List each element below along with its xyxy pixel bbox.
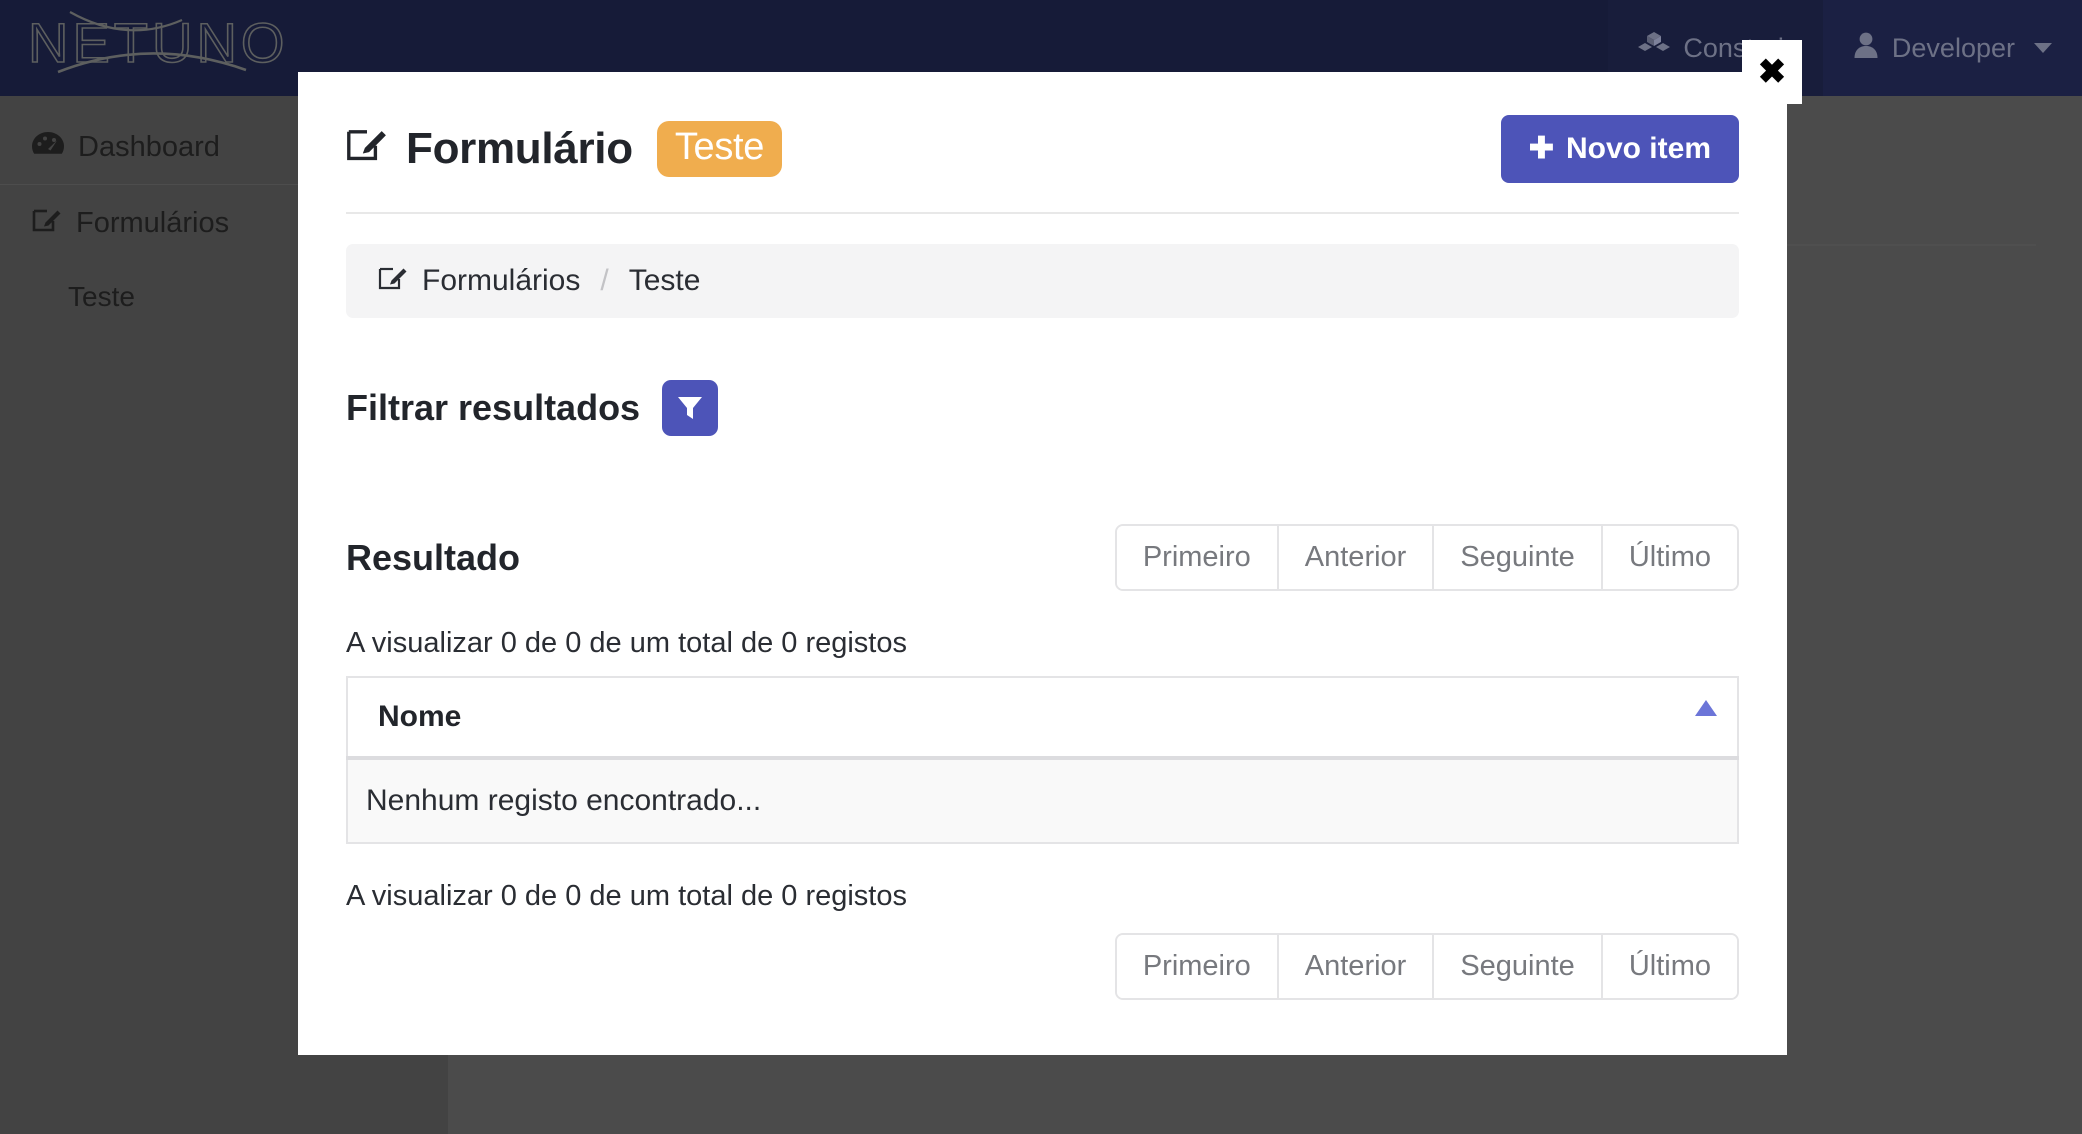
table-header-row: Nome bbox=[347, 677, 1738, 760]
breadcrumb-item-formularios[interactable]: Formulários bbox=[422, 264, 580, 298]
modal-header: Formulário Teste ✚ Novo item bbox=[346, 72, 1739, 212]
nav-label-developer: Developer bbox=[1891, 32, 2015, 63]
pagination-next-button[interactable]: Seguinte bbox=[1434, 526, 1603, 589]
edit-square-icon bbox=[346, 123, 388, 174]
dashboard-icon bbox=[32, 130, 64, 164]
sidebar-label-dashboard: Dashboard bbox=[78, 130, 220, 163]
new-item-button[interactable]: ✚ Novo item bbox=[1500, 115, 1739, 183]
pagination-top: Primeiro Anterior Seguinte Último bbox=[1114, 524, 1739, 591]
chevron-down-icon bbox=[2034, 43, 2052, 53]
results-table: Nome Nenhum registo encontrado... bbox=[346, 676, 1739, 844]
pagination-bottom-row: Primeiro Anterior Seguinte Último bbox=[346, 933, 1739, 1000]
sidebar-label-teste: Teste bbox=[68, 281, 135, 312]
brand-logo[interactable]: NETUNO bbox=[22, 0, 322, 96]
edit-square-icon bbox=[378, 263, 408, 299]
pagination-next-button-bottom[interactable]: Seguinte bbox=[1434, 935, 1603, 998]
results-table-body: Nenhum registo encontrado... bbox=[347, 758, 1738, 843]
page-title: Formulário Teste bbox=[346, 120, 783, 178]
user-icon bbox=[1853, 31, 1879, 66]
nav-item-developer[interactable]: Developer bbox=[1822, 0, 2082, 96]
cubes-icon bbox=[1638, 31, 1671, 66]
results-table-head: Nome bbox=[347, 677, 1738, 760]
filter-toggle-button[interactable] bbox=[662, 380, 719, 436]
records-info-bottom: A visualizar 0 de 0 de um total de 0 reg… bbox=[346, 880, 907, 912]
svg-text:NETUNO: NETUNO bbox=[28, 11, 288, 74]
filter-section: Filtrar resultados bbox=[346, 380, 1739, 436]
funnel-icon bbox=[676, 393, 704, 424]
pagination-first-button[interactable]: Primeiro bbox=[1116, 526, 1279, 589]
column-header-label: Nome bbox=[378, 700, 462, 733]
edit-square-icon bbox=[32, 205, 62, 241]
breadcrumb-item-current: Teste bbox=[628, 264, 701, 297]
breadcrumb: Formulários / Teste bbox=[346, 244, 1739, 318]
column-header-nome[interactable]: Nome bbox=[347, 677, 1738, 760]
pagination-last-button-bottom[interactable]: Último bbox=[1602, 935, 1737, 998]
filter-heading: Filtrar resultados bbox=[346, 387, 641, 428]
pagination-bottom: Primeiro Anterior Seguinte Último bbox=[1114, 933, 1739, 1000]
table-row: Nenhum registo encontrado... bbox=[347, 758, 1738, 843]
sidebar-label-formularios: Formulários bbox=[76, 206, 230, 239]
new-item-button-label: Novo item bbox=[1565, 132, 1711, 165]
pagination-first-button-bottom[interactable]: Primeiro bbox=[1116, 935, 1279, 998]
sort-asc-icon[interactable] bbox=[1695, 700, 1717, 716]
pagination-previous-button[interactable]: Anterior bbox=[1278, 526, 1435, 589]
status-badge: Teste bbox=[656, 120, 783, 178]
form-modal-dialog: ✖ Formulário Teste ✚ Novo item Formulári… bbox=[298, 40, 1802, 1055]
modal-header-container: Formulário Teste ✚ Novo item bbox=[298, 72, 1787, 212]
breadcrumb-separator: / bbox=[600, 264, 609, 297]
result-section: Resultado Primeiro Anterior Seguinte Últ… bbox=[346, 524, 1739, 1000]
records-info-top: A visualizar 0 de 0 de um total de 0 reg… bbox=[346, 627, 907, 659]
page-title-text: Formulário bbox=[406, 123, 633, 173]
plus-icon: ✚ bbox=[1528, 132, 1554, 165]
empty-state-message: Nenhum registo encontrado... bbox=[347, 758, 1738, 843]
result-heading: Resultado bbox=[346, 536, 521, 578]
close-icon[interactable]: ✖ bbox=[1742, 40, 1802, 104]
result-header-row: Resultado Primeiro Anterior Seguinte Últ… bbox=[346, 524, 1739, 591]
pagination-last-button[interactable]: Último bbox=[1602, 526, 1737, 589]
pagination-previous-button-bottom[interactable]: Anterior bbox=[1278, 935, 1435, 998]
modal-header-divider bbox=[346, 212, 1739, 214]
